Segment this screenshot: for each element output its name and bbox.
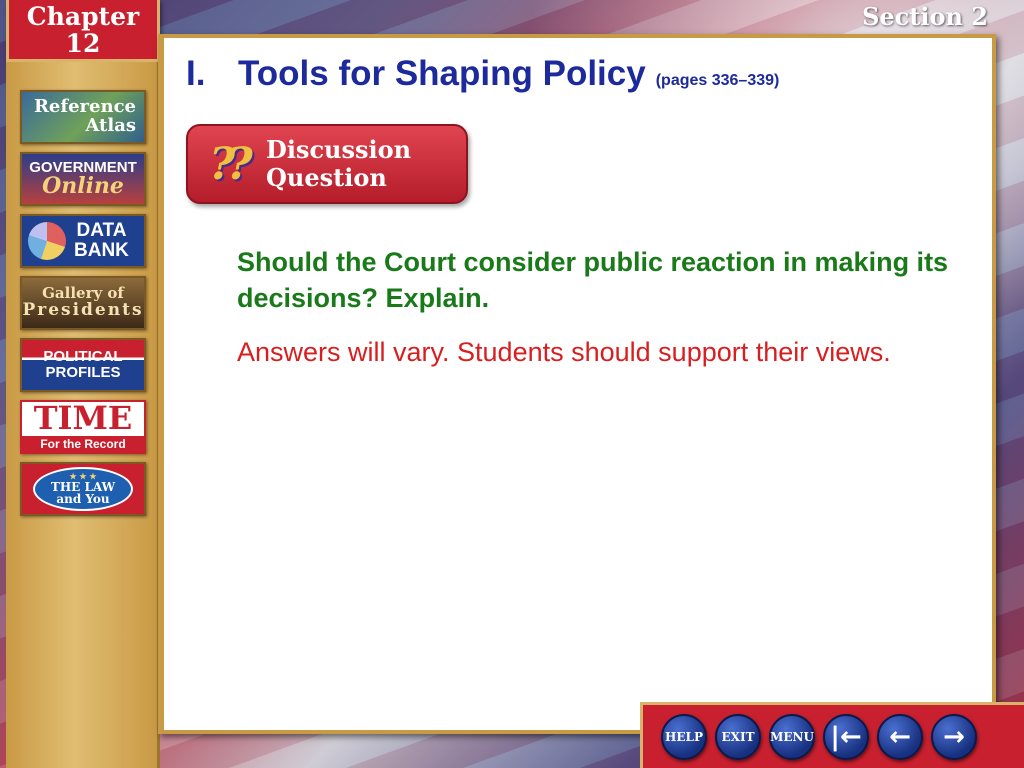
government-online-label-2: Online [42,173,124,200]
chapter-number: 12 [65,28,101,58]
data-bank-label-1: DATA [76,220,127,242]
gallery-of-presidents-button[interactable]: Gallery of Presidents [20,276,146,330]
navigation-bar: HELP EXIT MENU |← ← → [640,702,1024,768]
time-for-the-record-button[interactable]: TIME For the Record [20,400,146,454]
section-label: Section 2 [862,2,988,31]
previous-arrow-icon[interactable]: ← [877,713,923,760]
page-title: I. Tools for Shaping Policy (pages 336–339… [186,54,779,94]
political-profiles-label-2: PROFILES [45,364,121,381]
chapter-tab: Chapter 12 [6,0,160,62]
badge-line-1: Discussion [266,135,412,165]
help-button[interactable]: HELP [661,713,707,760]
the-law-and-you-button[interactable]: ★ ★ ★ THE LAW and You [20,462,146,516]
heading-number: I. [186,54,206,93]
reference-atlas-label-2: Atlas [85,115,136,136]
question-marks-icon: ?? [209,138,253,190]
data-bank-button[interactable]: DATA BANK [20,214,146,268]
heading-pages: (pages 336–339) [655,72,780,89]
law-label-2: and You [56,492,110,507]
political-profiles-button[interactable]: POLITICAL PROFILES [20,338,146,392]
political-profiles-label-1: POLITICAL [43,348,123,366]
law-oval-badge: ★ ★ ★ THE LAW and You [33,467,133,511]
data-bank-label-2: BANK [74,240,129,261]
reference-atlas-button[interactable]: Reference Atlas [20,90,146,144]
badge-line-2: Question [266,163,387,192]
heading-title: Tools for Shaping Policy [238,54,646,93]
menu-button[interactable]: MENU [769,713,815,760]
time-label-2: For the Record [22,435,144,452]
discussion-question-badge: ?? Discussion Question [186,124,468,204]
pie-chart-icon [28,222,66,260]
government-online-button[interactable]: GOVERNMENT Online [20,152,146,206]
discussion-question-text: Should the Court consider public reactio… [237,247,949,313]
time-label-1: TIME [33,400,133,437]
answer-text: Answers will vary. Students should suppo… [237,337,891,367]
sidebar: Reference Atlas GOVERNMENT Online DATA B… [6,62,160,768]
first-slide-icon[interactable]: |← [823,713,869,760]
chapter-word: Chapter [26,1,140,31]
gallery-label-2: Presidents [22,299,144,320]
exit-button[interactable]: EXIT [715,713,761,760]
next-arrow-icon[interactable]: → [931,713,977,760]
